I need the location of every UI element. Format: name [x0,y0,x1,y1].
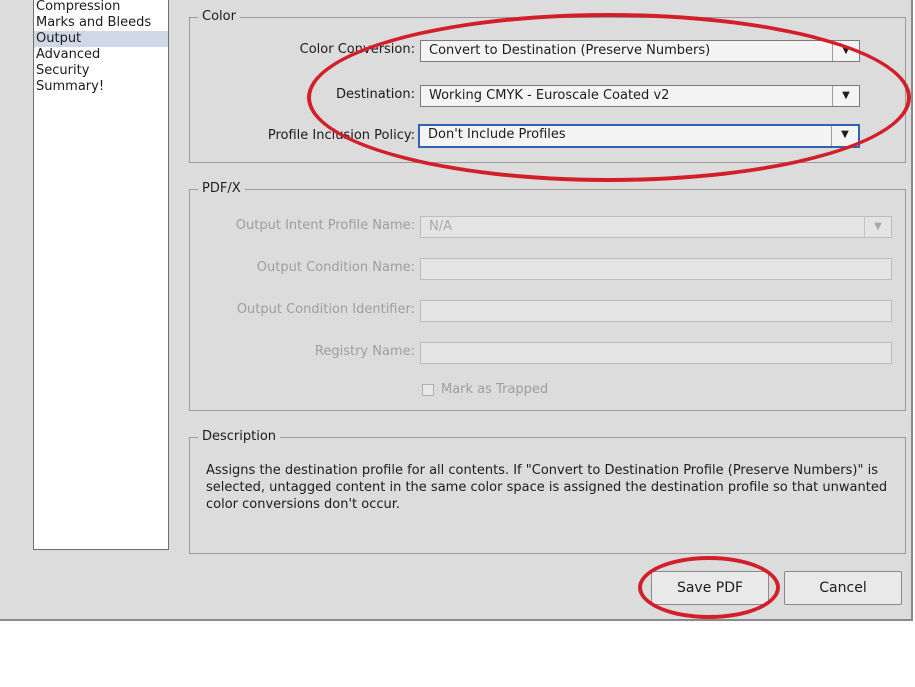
profile-inclusion-value: Don't Include Profiles [428,127,566,142]
destination-select[interactable]: Working CMYK - Euroscale Coated v2 ▼ [420,85,860,107]
color-conversion-value: Convert to Destination (Preserve Numbers… [429,43,711,58]
sidebar-item-output[interactable]: Output [34,31,168,47]
destination-label: Destination: [336,87,415,102]
sidebar-item-advanced[interactable]: Advanced [34,47,168,63]
profile-inclusion-label: Profile Inclusion Policy: [267,128,415,143]
output-condition-name-label: Output Condition Name: [256,260,415,275]
color-conversion-label: Color Conversion: [299,42,415,57]
description-group: Description Assigns the destination prof… [189,429,906,554]
chevron-down-icon[interactable]: ▼ [832,86,859,106]
description-text: Assigns the destination profile for all … [206,463,888,512]
pdfx-group-legend: PDF/X [198,181,245,197]
output-condition-name-field[interactable] [420,258,892,280]
output-condition-identifier-field[interactable] [420,300,892,322]
output-intent-label: Output Intent Profile Name: [235,218,415,233]
sidebar-item-summary[interactable]: Summary! [34,79,168,95]
chevron-down-icon[interactable]: ▼ [832,41,859,61]
description-group-legend: Description [198,429,281,445]
sidebar-item-security[interactable]: Security [34,63,168,79]
cancel-button[interactable]: Cancel [784,571,902,605]
output-condition-identifier-label: Output Condition Identifier: [236,302,415,317]
output-intent-value: N/A [429,219,452,234]
pdfx-group: PDF/X Output Intent Profile Name: N/A ▼ … [189,181,906,411]
export-pdf-dialog: Compression Marks and Bleeds Output Adva… [0,0,913,621]
destination-value: Working CMYK - Euroscale Coated v2 [429,88,670,103]
mark-as-trapped-checkbox[interactable] [422,384,434,396]
registry-name-label: Registry Name: [314,344,415,359]
color-conversion-select[interactable]: Convert to Destination (Preserve Numbers… [420,40,860,62]
sidebar-item-marks-and-bleeds[interactable]: Marks and Bleeds [34,15,168,31]
sidebar-item-compression[interactable]: Compression [34,0,168,15]
chevron-down-icon[interactable]: ▼ [831,126,858,146]
output-intent-select[interactable]: N/A ▼ [420,216,892,238]
color-group-legend: Color [198,9,240,25]
profile-inclusion-select[interactable]: Don't Include Profiles ▼ [418,124,860,148]
mark-as-trapped-label: Mark as Trapped [441,382,549,397]
registry-name-field[interactable] [420,342,892,364]
chevron-down-icon[interactable]: ▼ [864,217,891,237]
color-group: Color Color Conversion: Convert to Desti… [189,9,906,163]
sidebar-list: Compression Marks and Bleeds Output Adva… [33,0,169,550]
save-pdf-button[interactable]: Save PDF [651,571,769,605]
